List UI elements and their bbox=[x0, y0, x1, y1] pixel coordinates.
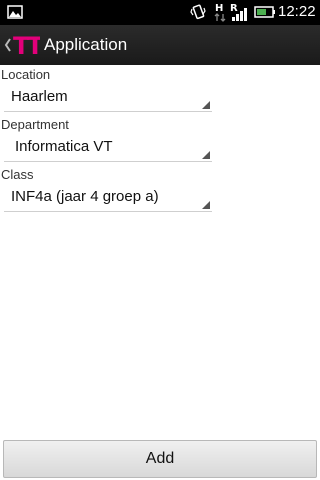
vibrate-icon bbox=[190, 4, 206, 20]
add-button[interactable]: Add bbox=[3, 440, 317, 478]
app-logo[interactable]: TT bbox=[12, 32, 40, 58]
class-spinner[interactable]: INF4a (jaar 4 groep a) bbox=[4, 182, 212, 212]
battery-icon bbox=[254, 6, 275, 18]
page-title: Application bbox=[44, 35, 128, 54]
gallery-icon bbox=[7, 5, 23, 19]
dropdown-arrow-icon bbox=[202, 101, 210, 109]
chevron-left-icon[interactable] bbox=[4, 35, 12, 55]
app-logo-text: TT bbox=[13, 32, 40, 58]
action-bar: TT Application bbox=[0, 25, 320, 65]
class-label: Class bbox=[1, 167, 34, 182]
department-value: Informatica VT bbox=[15, 138, 113, 155]
network-letter-r: R bbox=[230, 3, 238, 14]
network-letter-h: H bbox=[215, 3, 223, 14]
department-spinner[interactable]: Informatica VT bbox=[4, 132, 212, 162]
department-label: Department bbox=[1, 117, 69, 132]
clock: 12:22 bbox=[278, 3, 316, 20]
location-spinner[interactable]: Haarlem bbox=[4, 82, 212, 112]
class-value: INF4a (jaar 4 groep a) bbox=[11, 188, 159, 205]
status-bar: H R 12:22 bbox=[0, 0, 320, 25]
location-value: Haarlem bbox=[11, 88, 68, 105]
hspa-icon: H bbox=[214, 3, 226, 22]
dropdown-arrow-icon bbox=[202, 151, 210, 159]
roaming-signal-icon: R bbox=[230, 3, 247, 21]
location-label: Location bbox=[1, 67, 51, 82]
dropdown-arrow-icon bbox=[202, 201, 210, 209]
